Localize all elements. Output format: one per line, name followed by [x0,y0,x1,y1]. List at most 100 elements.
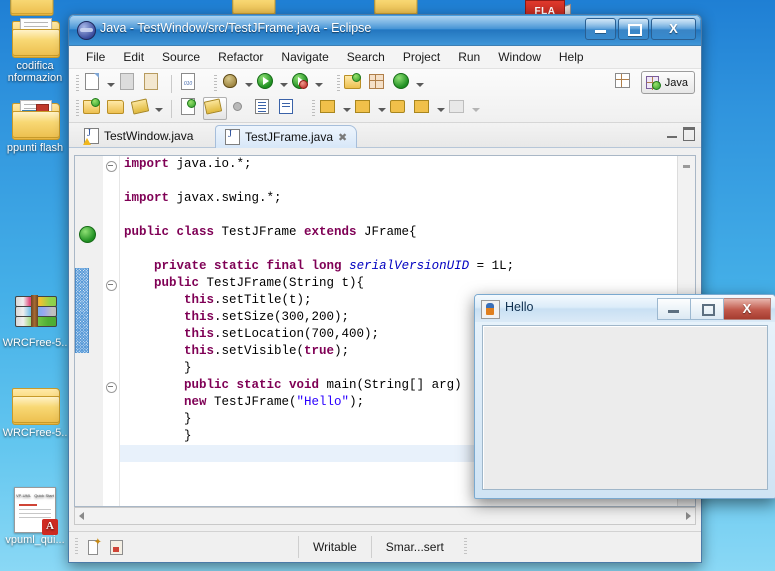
desktop-icon-wrcfree-archive[interactable]: WRCFree-5.. [0,295,72,349]
new-java-project-button[interactable] [344,73,366,94]
next-annotation-button[interactable] [319,98,341,119]
tab-testwindow-java[interactable]: TestWindow.java [75,125,202,147]
code-token: ); [349,395,365,409]
desktop-icon-codifica-informazioni[interactable]: codifica nformazion [0,18,72,84]
hello-swing-window[interactable]: Hello X [474,294,775,499]
java-perspective-icon [645,75,662,91]
hello-maximize-button[interactable] [691,298,724,320]
fold-toggle-icon[interactable] [106,382,117,393]
desktop-icon-partial-top-3[interactable] [372,0,418,16]
show-view-menu-button[interactable] [253,98,275,119]
folder-plain-icon [0,385,72,426]
menu-item-window[interactable]: Window [489,48,550,66]
toggle-block-selection-button[interactable] [203,97,227,120]
forward-button[interactable] [448,98,470,119]
code-token: .setTitle(t); [214,293,312,307]
menu-item-run[interactable]: Run [449,48,489,66]
scroll-right-arrow-icon[interactable] [686,512,691,520]
open-type-button[interactable] [83,98,105,119]
menu-item-search[interactable]: Search [338,48,394,66]
hello-window-title: Hello [505,300,534,314]
back-dropdown-arrow[interactable] [436,99,445,119]
previous-annotation-dropdown-arrow[interactable] [377,99,386,119]
tab-testjframe-java[interactable]: TestJFrame.java ✖ [215,125,358,148]
toolbar-grip[interactable] [76,74,79,93]
external-tools-dropdown-arrow[interactable] [314,74,323,94]
new-dropdown-arrow[interactable] [106,74,115,94]
desktop-icon-partial-top-2[interactable] [230,0,276,16]
menu-item-navigate[interactable]: Navigate [272,48,337,66]
toolbar-grip-4[interactable] [76,99,79,118]
code-line: public TestJFrame(String t){ [120,275,661,292]
code-token: java.io.*; [169,157,252,171]
previous-annotation-button[interactable] [354,98,376,119]
toggle-mark-occurrences-button[interactable] [179,98,201,119]
desktop-icon-partial-top-1[interactable] [8,0,54,16]
marker-dropdown-arrow[interactable] [154,99,163,119]
desktop-icon-appunti-flash[interactable]: ppunti flash [0,100,72,154]
run-external-tools-button[interactable] [291,73,313,94]
last-edit-location-button[interactable] [389,98,411,119]
forward-dropdown-arrow[interactable] [471,99,480,119]
eclipse-title-bar[interactable]: Java - TestWindow/src/TestJFrame.java - … [69,15,701,46]
editor-view-buttons [667,127,695,141]
scroll-left-arrow-icon[interactable] [79,512,84,520]
menu-item-help[interactable]: Help [550,48,593,66]
menu-item-project[interactable]: Project [394,48,449,66]
editor-vertical-ruler[interactable] [75,156,104,506]
menu-item-refactor[interactable]: Refactor [209,48,272,66]
toolbar-grip-2[interactable] [214,74,217,93]
status-grip-2[interactable] [463,538,467,556]
fold-toggle-icon[interactable] [106,161,117,172]
new-package-button[interactable] [368,73,390,94]
next-annotation-dropdown-arrow[interactable] [342,99,351,119]
debug-button[interactable] [221,73,243,94]
toolbar-grip-5[interactable] [312,99,315,118]
open-perspective-button[interactable] [614,72,636,93]
save-button[interactable] [118,73,140,94]
editor-tab-bar[interactable]: TestWindow.java TestJFrame.java ✖ [69,123,701,148]
menu-item-edit[interactable]: Edit [114,48,153,66]
minimize-button[interactable] [585,18,616,40]
hello-close-button[interactable]: X [724,298,771,320]
close-button[interactable]: X [651,18,696,40]
run-button[interactable] [256,73,278,94]
perspective-label: Java [664,76,688,89]
marker-button[interactable] [130,98,153,119]
desktop-icon-label: vpuml_qui... [5,534,65,546]
print-button[interactable] [142,73,164,94]
perspective-bar[interactable]: Java [613,71,695,94]
eclipse-toolbar[interactable]: 010 Java [69,69,701,123]
code-token: } [184,361,192,375]
breakpoint-run-marker-icon[interactable] [79,226,96,243]
show-whitespace-button[interactable] [277,98,299,119]
new-class-dropdown-arrow[interactable] [415,74,424,94]
status-grip[interactable] [75,538,78,556]
menu-item-file[interactable]: File [77,48,114,66]
editor-horizontal-scrollbar[interactable] [74,507,696,525]
maximize-editor-icon[interactable] [683,127,695,141]
tab-close-icon[interactable]: ✖ [338,131,347,144]
toggle-ant-button[interactable] [229,98,251,119]
new-class-button[interactable] [392,73,414,94]
menu-item-source[interactable]: Source [153,48,209,66]
toolbar-grip-3[interactable] [337,74,340,93]
code-token: new [184,395,207,409]
run-dropdown-arrow[interactable] [279,74,288,94]
open-resource-button[interactable] [107,98,129,119]
hello-minimize-button[interactable] [657,298,691,320]
new-button[interactable] [83,73,105,94]
eclipse-menu-bar[interactable]: File Edit Source Refactor Navigate Searc… [69,46,701,69]
desktop-icon-wrcfree-folder[interactable]: WRCFree-5.. [0,385,72,439]
maximize-button[interactable] [618,18,649,40]
status-writable: Writable [313,540,357,554]
minimize-editor-icon[interactable] [667,127,677,138]
new-binary-file-button[interactable]: 010 [179,73,201,94]
hello-title-bar[interactable]: Hello X [475,295,775,322]
editor-folding-column[interactable] [103,156,120,506]
debug-dropdown-arrow[interactable] [244,74,253,94]
perspective-java-button[interactable]: Java [640,71,695,94]
fold-toggle-icon[interactable] [106,280,117,291]
back-button[interactable] [413,98,435,119]
desktop-icon-vpuml-quickstart-pdf[interactable]: VP-UML Quick Start A vpuml_qui... [0,487,72,546]
